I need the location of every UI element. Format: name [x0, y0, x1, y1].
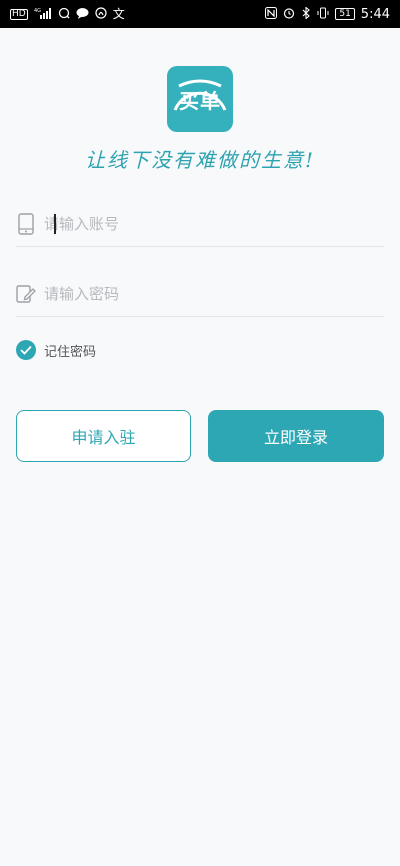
app-logo: 买单 — [167, 66, 233, 132]
clock-time: 5:44 — [360, 6, 390, 22]
account-field[interactable] — [16, 202, 384, 247]
signal-icon: 4G — [34, 7, 52, 21]
battery-icon: 51 — [335, 8, 355, 20]
message-icon — [76, 7, 89, 21]
nfc-icon — [95, 7, 107, 21]
password-field[interactable] — [16, 272, 384, 317]
vibrate-icon — [317, 7, 329, 21]
bluetooth-icon — [301, 6, 311, 21]
chat-icon — [58, 7, 70, 21]
login-button[interactable]: 立即登录 — [208, 410, 384, 462]
text-cursor — [54, 214, 56, 234]
status-right: 51 5:44 — [265, 6, 390, 22]
phone-icon — [16, 213, 36, 235]
slogan: 让线下没有难做的生意! — [84, 148, 316, 172]
password-input[interactable] — [44, 279, 384, 309]
account-input[interactable] — [44, 209, 384, 239]
edit-lock-icon — [16, 283, 36, 305]
hd-icon: HD — [10, 8, 28, 20]
svg-text:4G: 4G — [34, 8, 41, 14]
logo-text: 买单 — [179, 88, 221, 113]
remember-password-label: 记住密码 — [44, 344, 97, 360]
checkmark-icon[interactable] — [16, 340, 36, 360]
remember-password-toggle[interactable]: 记住密码 — [16, 340, 96, 360]
status-bar: HD 4G 文 51 5:44 — [0, 0, 400, 28]
status-left: HD 4G 文 — [10, 7, 125, 21]
alarm-icon — [283, 7, 295, 21]
nfc-n-icon — [265, 7, 278, 21]
translate-icon: 文 — [112, 7, 125, 21]
apply-button[interactable]: 申请入驻 — [16, 410, 191, 462]
